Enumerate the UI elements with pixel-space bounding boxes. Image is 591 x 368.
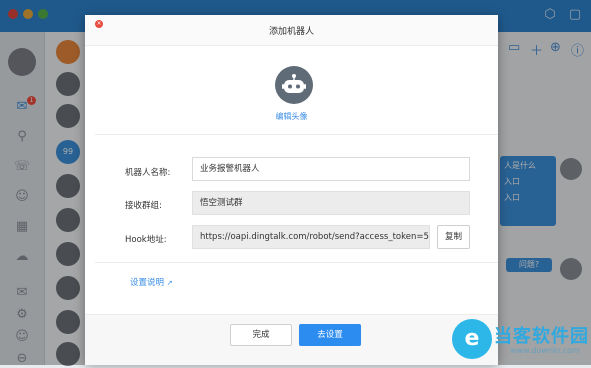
dialog-footer: 完成 去设置 — [85, 314, 498, 365]
watermark-logo: e — [452, 319, 492, 359]
go-settings-button[interactable]: 去设置 — [299, 324, 361, 346]
copy-button[interactable]: 复制 — [437, 225, 470, 249]
receive-group-field: 悟空测试群 — [192, 191, 470, 215]
edit-avatar-link[interactable]: 编辑头像 — [85, 111, 498, 122]
external-link-icon: ↗ — [166, 279, 173, 287]
robot-avatar[interactable] — [275, 66, 313, 104]
watermark-brand: 当客软件园 — [494, 326, 589, 347]
dialog-header: × 添加机器人 — [85, 15, 498, 46]
add-robot-dialog: × 添加机器人 编辑头像 机器人名称: 业务报警机器人 接收群组: 悟空测试群 … — [85, 15, 498, 365]
hook-address-field[interactable]: https://oapi.dingtalk.com/robot/send?acc… — [192, 225, 430, 249]
watermark-url: www.downkr.com — [510, 346, 580, 355]
robot-name-input[interactable]: 业务报警机器人 — [192, 157, 470, 181]
divider — [95, 134, 498, 135]
settings-help-link[interactable]: 设置说明 ↗ — [130, 276, 173, 288]
divider — [95, 262, 498, 263]
robot-icon — [282, 74, 306, 93]
done-button[interactable]: 完成 — [230, 324, 292, 346]
dialog-title: 添加机器人 — [268, 27, 314, 37]
settings-help-label: 设置说明 — [130, 278, 165, 288]
